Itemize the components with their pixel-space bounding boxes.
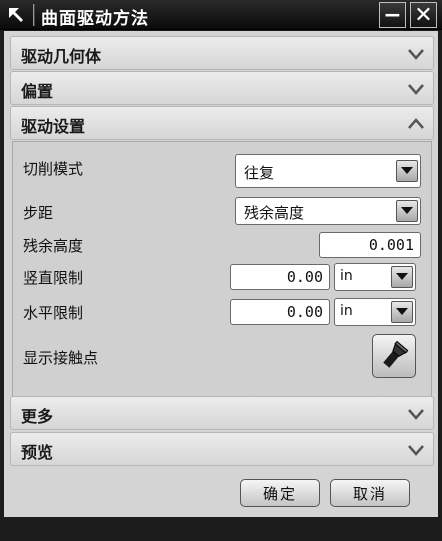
cancel-button[interactable]: 取消 [330,479,410,507]
flashlight-icon [383,341,409,368]
vertical-limit-label: 竖直限制 [23,269,84,287]
stepover-label: 步距 [23,204,54,222]
dialog-body: 驱动几何体 偏置 驱动设置 切削模式 往复 步距 残余高度 残余高度 0.001… [4,31,438,517]
group-more-label: 更多 [21,407,54,426]
minimize-icon: − [383,2,402,28]
chevron-down-icon [401,167,413,174]
group-preview[interactable]: 预览 [10,432,434,466]
vertical-limit-unit: in [340,268,353,284]
dialog-title: 曲面驱动方法 [41,9,149,29]
chevron-up-icon[interactable] [407,115,425,133]
chevron-down-icon[interactable] [407,45,425,63]
pin-arrow-icon[interactable] [4,3,28,27]
horizontal-limit-unit-dropdown[interactable]: in [334,298,416,326]
chevron-down-icon [396,308,408,315]
horizontal-limit-label: 水平限制 [23,304,84,322]
group-drive-geometry[interactable]: 驱动几何体 [10,36,434,70]
title-bar[interactable]: 曲面驱动方法 − ✕ [0,0,442,30]
close-icon: ✕ [414,2,433,28]
scallop-height-label: 残余高度 [23,237,84,255]
chevron-down-icon[interactable] [407,405,425,423]
group-more[interactable]: 更多 [10,396,434,430]
stepover-value: 残余高度 [244,204,305,222]
chevron-down-icon[interactable] [407,80,425,98]
group-offset-label: 偏置 [21,82,54,101]
horizontal-limit-unit: in [340,303,353,319]
horizontal-limit-input[interactable]: 0.00 [230,299,330,325]
dropdown-arrow[interactable] [391,301,413,323]
vertical-limit-input[interactable]: 0.00 [230,264,330,290]
drive-settings-section: 切削模式 往复 步距 残余高度 残余高度 0.001 竖直限制 0.00 in [12,141,432,397]
close-button[interactable]: ✕ [410,2,437,28]
title-separator [33,4,35,26]
dropdown-arrow[interactable] [396,200,418,222]
vertical-limit-unit-dropdown[interactable]: in [334,263,416,291]
dialog-window: 曲面驱动方法 − ✕ 驱动几何体 偏置 驱动设置 切削模式 往复 步距 残余高度… [0,0,442,541]
cut-mode-dropdown[interactable]: 往复 [235,154,421,188]
scallop-height-input[interactable]: 0.001 [319,232,421,258]
show-contact-points-label: 显示接触点 [23,349,99,367]
group-drive-settings-label: 驱动设置 [21,117,86,136]
stepover-dropdown[interactable]: 残余高度 [235,197,421,225]
minimize-button[interactable]: − [379,2,406,28]
chevron-down-icon [396,273,408,280]
ok-button[interactable]: 确定 [240,479,320,507]
group-offset[interactable]: 偏置 [10,71,434,105]
group-drive-geometry-label: 驱动几何体 [21,47,102,66]
dropdown-arrow[interactable] [391,266,413,288]
group-drive-settings[interactable]: 驱动设置 [10,106,434,140]
ok-button-label: 确定 [262,484,297,503]
dropdown-arrow[interactable] [396,160,418,182]
window-bottom-border [0,517,442,541]
chevron-down-icon[interactable] [407,441,425,459]
group-preview-label: 预览 [21,443,54,462]
cancel-button-label: 取消 [352,484,387,503]
cut-mode-label: 切削模式 [23,160,84,178]
show-contact-points-button[interactable] [372,334,416,378]
chevron-down-icon [401,207,413,214]
cut-mode-value: 往复 [244,164,275,182]
